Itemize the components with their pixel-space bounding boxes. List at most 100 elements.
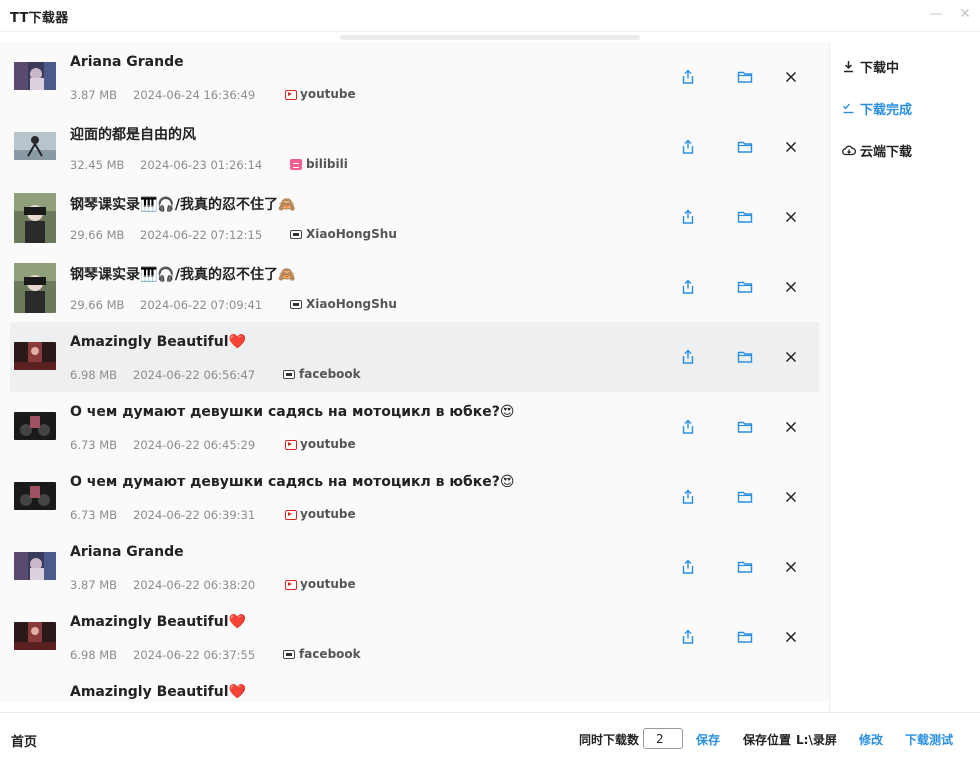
source-name: bilibili	[306, 157, 348, 171]
sidebar-item-cloud[interactable]: 云端下载	[842, 140, 912, 160]
youtube-icon	[284, 509, 297, 520]
youtube-icon	[284, 579, 297, 590]
share-icon[interactable]	[680, 559, 696, 575]
concurrent-label: 同时下载数	[579, 733, 640, 747]
delete-icon[interactable]	[783, 489, 799, 505]
folder-icon[interactable]	[737, 349, 753, 365]
download-list: Ariana Grande 3.87 MB 2024-06-24 16:36:4…	[0, 42, 829, 702]
video-thumbnail[interactable]	[14, 193, 56, 243]
sidebar-item-downloading[interactable]: 下载中	[842, 56, 899, 76]
share-icon[interactable]	[680, 419, 696, 435]
video-title: Amazingly Beautiful❤️	[70, 684, 246, 700]
sidebar-item-label: 下载完成	[860, 102, 913, 118]
download-row: 钢琴课实录🎹🎧/我真的忍不住了🙈 29.66 MB 2024-06-22 07:…	[10, 252, 819, 322]
video-thumbnail[interactable]	[14, 412, 56, 440]
download-time: 2024-06-22 06:37:55	[133, 648, 256, 662]
video-thumbnail[interactable]	[14, 552, 56, 580]
file-size: 6.73 MB	[70, 508, 118, 522]
delete-icon[interactable]	[783, 69, 799, 85]
video-title: 钢琴课实录🎹🎧/我真的忍不住了🙈	[70, 197, 296, 213]
delete-icon[interactable]	[783, 349, 799, 365]
minimize-button[interactable]: —	[928, 6, 944, 22]
share-icon[interactable]	[680, 209, 696, 225]
download-time: 2024-06-22 06:45:29	[133, 438, 256, 452]
folder-icon[interactable]	[737, 419, 753, 435]
download-row: Amazingly Beautiful❤️	[10, 672, 819, 702]
download-test-button[interactable]: 下载测试	[905, 731, 953, 748]
source-name: youtube	[300, 437, 356, 451]
video-title: Amazingly Beautiful❤️	[70, 334, 246, 350]
folder-icon[interactable]	[737, 69, 753, 85]
folder-icon[interactable]	[737, 629, 753, 645]
file-size: 6.98 MB	[70, 368, 118, 382]
video-thumbnail[interactable]	[14, 263, 56, 313]
save-button[interactable]: 保存	[696, 731, 720, 748]
folder-icon[interactable]	[737, 279, 753, 295]
video-title: Ariana Grande	[70, 544, 184, 560]
download-time: 2024-06-22 07:12:15	[140, 228, 263, 242]
source-label: bilibili	[290, 157, 348, 171]
download-row: 迎面的都是自由的风 32.45 MB 2024-06-23 01:26:14 b…	[10, 112, 819, 182]
download-time: 2024-06-22 06:56:47	[133, 368, 256, 382]
delete-icon[interactable]	[783, 209, 799, 225]
check-list-icon	[842, 102, 855, 115]
video-thumbnail[interactable]	[14, 62, 56, 90]
share-icon[interactable]	[680, 69, 696, 85]
share-icon[interactable]	[680, 139, 696, 155]
folder-icon[interactable]	[737, 489, 753, 505]
download-time: 2024-06-22 06:38:20	[133, 578, 256, 592]
video-title: 钢琴课实录🎹🎧/我真的忍不住了🙈	[70, 267, 296, 283]
sidebar-item-label: 下载中	[860, 60, 900, 76]
delete-icon[interactable]	[783, 419, 799, 435]
xiaohongshu-icon	[290, 229, 302, 239]
folder-icon[interactable]	[737, 559, 753, 575]
cloud-download-icon	[842, 144, 857, 157]
modify-button[interactable]: 修改	[859, 731, 883, 748]
share-icon[interactable]	[680, 489, 696, 505]
video-title: Amazingly Beautiful❤️	[70, 614, 246, 630]
delete-icon[interactable]	[783, 139, 799, 155]
folder-icon[interactable]	[737, 139, 753, 155]
delete-icon[interactable]	[783, 559, 799, 575]
source-name: facebook	[299, 647, 361, 661]
share-icon[interactable]	[680, 279, 696, 295]
source-label: youtube	[284, 437, 356, 451]
file-size: 6.73 MB	[70, 438, 118, 452]
file-size: 29.66 MB	[70, 298, 125, 312]
video-thumbnail[interactable]	[14, 482, 56, 510]
download-row: Ariana Grande 3.87 MB 2024-06-22 06:38:2…	[10, 532, 819, 602]
close-window-button[interactable]: ✕	[957, 6, 973, 22]
save-path-value: L:\录屏	[796, 733, 837, 747]
video-title: О чем думают девушки садясь на мотоцикл …	[70, 474, 515, 490]
share-icon[interactable]	[680, 349, 696, 365]
sidebar-item-completed[interactable]: 下载完成	[842, 98, 912, 118]
concurrent-input[interactable]	[643, 728, 683, 749]
file-size: 6.98 MB	[70, 648, 118, 662]
source-name: XiaoHongShu	[306, 297, 397, 311]
source-label: youtube	[284, 507, 356, 521]
bilibili-icon	[290, 158, 302, 170]
share-icon[interactable]	[680, 629, 696, 645]
bottom-bar: 首页 同时下载数 保存 保存位置 L:\录屏 修改 下载测试	[0, 712, 980, 761]
video-title: О чем думают девушки садясь на мотоцикл …	[70, 404, 515, 420]
sidebar-item-label: 云端下载	[860, 144, 913, 160]
download-time: 2024-06-24 16:36:49	[133, 88, 256, 102]
download-row[interactable]: Amazingly Beautiful❤️ 6.98 MB 2024-06-22…	[10, 322, 819, 392]
download-time: 2024-06-23 01:26:14	[140, 158, 263, 172]
video-thumbnail[interactable]	[14, 622, 56, 650]
video-thumbnail[interactable]	[14, 132, 56, 160]
delete-icon[interactable]	[783, 279, 799, 295]
source-label: facebook	[283, 647, 361, 661]
xiaohongshu-icon	[290, 299, 302, 309]
source-label: XiaoHongShu	[290, 227, 397, 241]
source-name: facebook	[299, 367, 361, 381]
home-link[interactable]: 首页	[11, 731, 37, 750]
file-size: 32.45 MB	[70, 158, 125, 172]
scroll-indicator[interactable]	[340, 35, 640, 40]
delete-icon[interactable]	[783, 629, 799, 645]
video-thumbnail[interactable]	[14, 342, 56, 370]
download-icon	[842, 60, 855, 73]
folder-icon[interactable]	[737, 209, 753, 225]
facebook-icon	[283, 649, 295, 659]
download-row: О чем думают девушки садясь на мотоцикл …	[10, 392, 819, 462]
